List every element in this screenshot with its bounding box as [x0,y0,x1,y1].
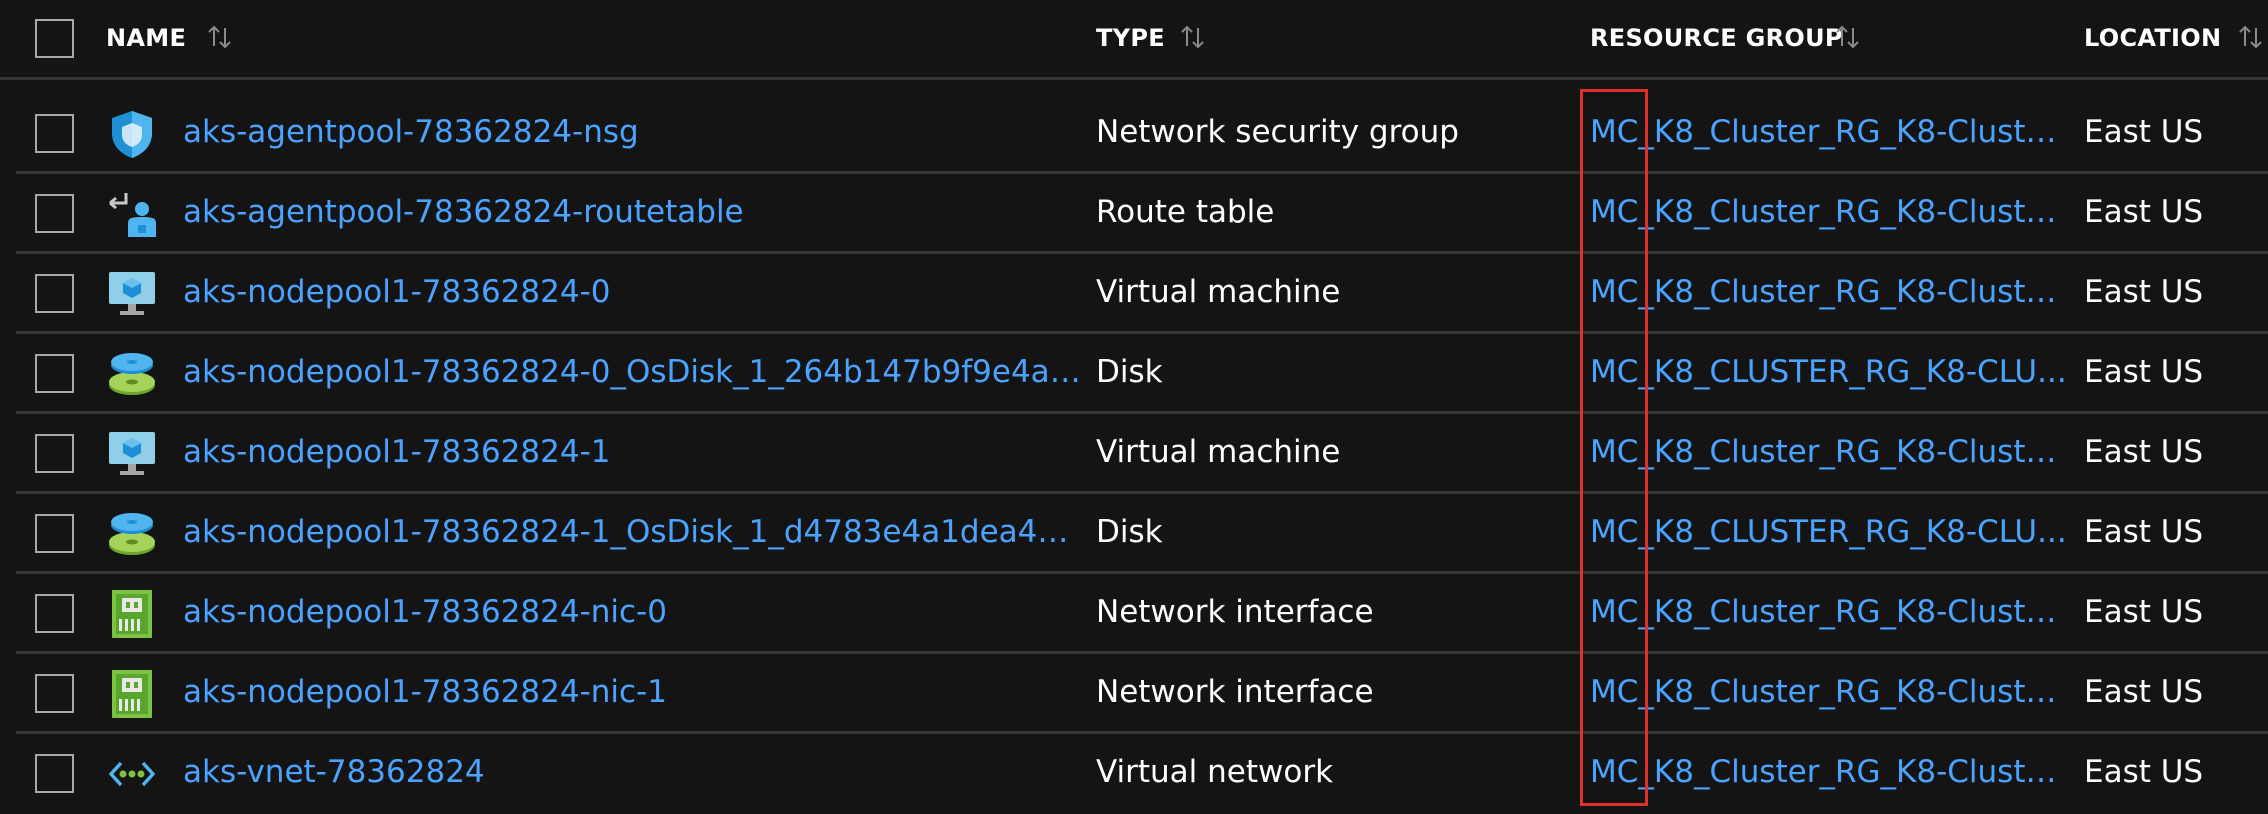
resource-location: East US [2084,114,2204,150]
column-header-location[interactable]: LOCATION [2084,24,2221,52]
resource-group-link[interactable]: MC_K8_CLUSTER_RG_K8-CLU... [1590,514,2070,550]
resource-type: Virtual machine [1096,434,1341,470]
sort-location-icon[interactable] [2236,22,2266,52]
sort-name-icon[interactable] [205,22,235,52]
table-row[interactable]: aks-agentpool-78362824-nsg Network secur… [16,94,2268,174]
virtual-network-icon [109,761,155,787]
table-row[interactable]: aks-vnet-78362824 Virtual network MC_K8_… [16,734,2268,814]
disk-icon [109,513,155,555]
table-row[interactable]: aks-nodepool1-78362824-nic-0 Network int… [16,574,2268,654]
resource-name-link[interactable]: aks-nodepool1-78362824-1 [183,434,1085,470]
sort-resource-group-icon[interactable] [1833,22,1863,52]
resource-group-link[interactable]: MC_K8_CLUSTER_RG_K8-CLU... [1590,354,2070,390]
table-row[interactable]: aks-nodepool1-78362824-1 Virtual machine… [16,414,2268,494]
row-checkbox[interactable] [35,674,74,713]
resource-location: East US [2084,354,2204,390]
row-checkbox[interactable] [35,594,74,633]
resource-type: Disk [1096,354,1163,390]
row-checkbox[interactable] [35,754,74,793]
resource-type: Virtual network [1096,754,1334,790]
resource-location: East US [2084,754,2204,790]
resource-group-link[interactable]: MC_K8_Cluster_RG_K8-Cluster... [1590,434,2070,470]
row-checkbox[interactable] [35,354,74,393]
resource-location: East US [2084,434,2204,470]
table-row[interactable]: aks-nodepool1-78362824-1_OsDisk_1_d4783e… [16,494,2268,574]
resource-location: East US [2084,514,2204,550]
row-checkbox[interactable] [35,114,74,153]
table-row[interactable]: aks-nodepool1-78362824-nic-1 Network int… [16,654,2268,734]
table-row[interactable]: aks-nodepool1-78362824-0 Virtual machine… [16,254,2268,334]
resource-type: Route table [1096,194,1275,230]
table-row[interactable]: aks-agentpool-78362824-routetable Route … [16,174,2268,254]
resource-name-link[interactable]: aks-nodepool1-78362824-1_OsDisk_1_d4783e… [183,514,1085,550]
virtual-machine-icon [109,432,155,475]
resource-group-link[interactable]: MC_K8_Cluster_RG_K8-Cluster... [1590,754,2070,790]
resource-name-link[interactable]: aks-agentpool-78362824-routetable [183,194,1085,230]
resource-type: Network security group [1096,114,1459,150]
row-checkbox[interactable] [35,434,74,473]
resource-name-link[interactable]: aks-nodepool1-78362824-nic-0 [183,594,1085,630]
column-header-resource-group[interactable]: RESOURCE GROUP [1590,24,1843,52]
resource-location: East US [2084,274,2204,310]
resource-type: Virtual machine [1096,274,1341,310]
resource-name-link[interactable]: aks-agentpool-78362824-nsg [183,114,1085,150]
row-checkbox[interactable] [35,194,74,233]
row-checkbox[interactable] [35,274,74,313]
column-header-name[interactable]: NAME [106,24,186,52]
resource-location: East US [2084,594,2204,630]
resource-name-link[interactable]: aks-nodepool1-78362824-nic-1 [183,674,1085,710]
resource-name-link[interactable]: aks-nodepool1-78362824-0_OsDisk_1_264b14… [183,354,1085,390]
row-checkbox[interactable] [35,514,74,553]
resource-location: East US [2084,194,2204,230]
resource-group-link[interactable]: MC_K8_Cluster_RG_K8-Cluster... [1590,194,2070,230]
resource-type: Disk [1096,514,1163,550]
resource-group-link[interactable]: MC_K8_Cluster_RG_K8-Cluster... [1590,674,2070,710]
resource-location: East US [2084,674,2204,710]
table-header: NAME TYPE RESOURCE GROUP LOCATION [0,0,2268,80]
resource-group-link[interactable]: MC_K8_Cluster_RG_K8-Cluster... [1590,594,2070,630]
resource-name-link[interactable]: aks-vnet-78362824 [183,754,1085,790]
network-interface-icon [112,670,152,718]
column-header-type[interactable]: TYPE [1096,24,1165,52]
select-all-checkbox[interactable] [35,19,74,58]
resource-type: Network interface [1096,674,1374,710]
route-table-icon [109,193,156,237]
sort-type-icon[interactable] [1178,22,1208,52]
table-row[interactable]: aks-nodepool1-78362824-0_OsDisk_1_264b14… [16,334,2268,414]
resource-name-link[interactable]: aks-nodepool1-78362824-0 [183,274,1085,310]
resource-group-link[interactable]: MC_K8_Cluster_RG_K8-Cluster... [1590,274,2070,310]
network-interface-icon [112,590,152,638]
disk-icon [109,353,155,395]
network-security-group-icon [112,111,152,158]
resource-type: Network interface [1096,594,1374,630]
virtual-machine-icon [109,272,155,315]
resource-group-link[interactable]: MC_K8_Cluster_RG_K8-Cluster... [1590,114,2070,150]
